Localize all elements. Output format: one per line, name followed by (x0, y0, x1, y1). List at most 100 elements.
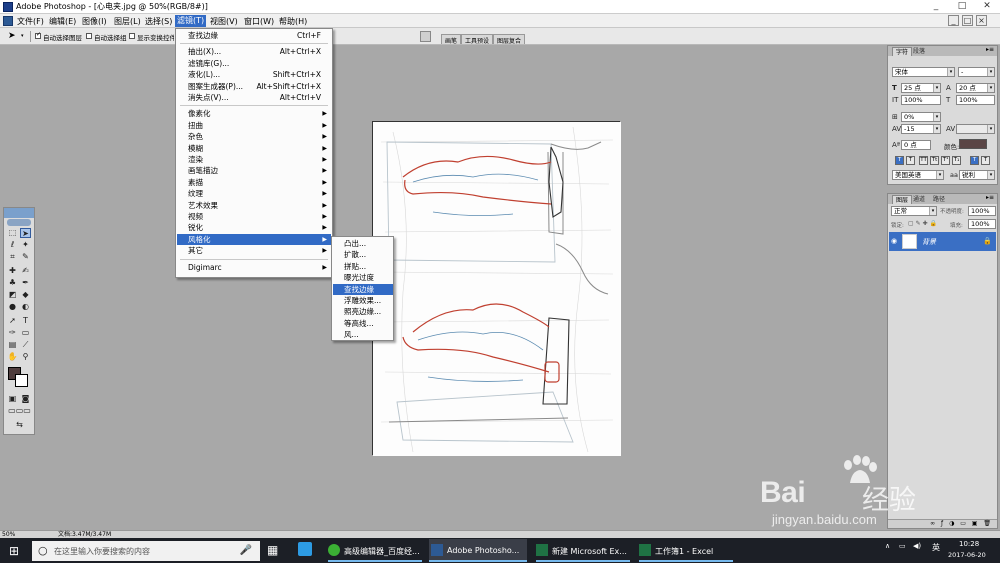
minimize-button[interactable]: _ (923, 0, 949, 13)
app-icon-blue[interactable] (298, 542, 312, 556)
filter-menu-item[interactable]: 模糊 ▶ (177, 143, 331, 154)
stylize-submenu-item[interactable]: 拼贴... (333, 261, 393, 272)
menu-filter[interactable]: 滤镜(T) (175, 15, 207, 27)
menu-select[interactable]: 选择(S) (145, 16, 172, 27)
language-select[interactable]: 美国英语 ▾ (892, 170, 944, 180)
lasso-tool-icon[interactable]: ℓ (7, 240, 18, 250)
background-color-swatch[interactable] (15, 374, 28, 387)
rectangle-tool-icon[interactable]: ▭ (20, 328, 31, 338)
slice-tool-icon[interactable]: ✎ (20, 252, 31, 262)
brush-tool-icon[interactable]: ✍ (20, 266, 31, 276)
filter-menu-item[interactable]: 艺术效果 ▶ (177, 200, 331, 211)
screen-mode-icons[interactable]: ▭▭▭ (7, 406, 32, 416)
healing-brush-tool-icon[interactable]: ✚ (7, 266, 18, 276)
auto-select-group-checkbox[interactable] (86, 33, 92, 39)
doc-restore-button[interactable]: □ (962, 15, 973, 26)
close-button[interactable]: ✕ (974, 0, 1000, 13)
show-transform-checkbox[interactable] (129, 33, 135, 39)
palette-well-tab-tool-presets[interactable]: 工具预设 (461, 34, 494, 45)
filter-menu-item[interactable]: 纹理 ▶ (177, 188, 331, 199)
all-caps-button[interactable]: TT (919, 156, 928, 165)
small-caps-button[interactable]: Tt (930, 156, 939, 165)
path-selection-tool-icon[interactable]: ➚ (7, 316, 18, 326)
microphone-icon[interactable]: 🎤 (240, 545, 252, 556)
move-tool-icon[interactable]: ➤ (20, 228, 31, 238)
go-to-bridge-icon[interactable] (420, 31, 431, 42)
filter-menu-item[interactable]: 扭曲 ▶ (177, 120, 331, 131)
opacity-field[interactable]: 100% (968, 206, 996, 216)
tracking-field[interactable]: 0% ▾ (901, 112, 941, 122)
stylize-submenu-item[interactable]: 凸出... (333, 238, 393, 249)
tracking-av-field[interactable]: ▾ (956, 124, 995, 134)
taskbar-search-box[interactable]: ○ 在这里输入你要搜索的内容 🎤 (32, 541, 260, 561)
clone-stamp-tool-icon[interactable]: ♣ (7, 278, 18, 288)
magic-wand-tool-icon[interactable]: ✦ (20, 240, 31, 250)
filter-menu-item[interactable]: 画笔描边 ▶ (177, 165, 331, 176)
stylize-submenu-item[interactable]: 照亮边缘... (333, 306, 393, 317)
auto-select-layer-checkbox[interactable]: ✓ (35, 31, 41, 39)
jump-to-imageready-icon[interactable]: ⇆ (7, 420, 32, 430)
crop-tool-icon[interactable]: ⌗ (7, 252, 18, 262)
document-size[interactable]: 文档:3.47M/3.47M (58, 531, 111, 538)
notes-tool-icon[interactable]: ▤ (7, 340, 18, 350)
blur-tool-icon[interactable]: ● (7, 302, 18, 312)
stylize-submenu-item[interactable]: 曝光过度 (333, 272, 393, 283)
tab-paths[interactable]: 路径 (930, 195, 948, 204)
tool-preset-arrow-icon[interactable]: ▾ (21, 33, 24, 39)
filter-menu-item[interactable]: 锐化 ▶ (177, 222, 331, 233)
stylize-submenu-item[interactable]: 风... (333, 329, 393, 340)
doc-minimize-button[interactable]: _ (948, 15, 959, 26)
type-tool-icon[interactable]: T (20, 316, 31, 326)
tab-paragraph[interactable]: 段落 (910, 47, 928, 56)
stylize-submenu-item[interactable]: 查找边缘 (333, 283, 393, 295)
hand-tool-icon[interactable]: ✋ (7, 352, 18, 362)
tab-channels[interactable]: 通道 (910, 195, 928, 204)
palette-well-tab-layer-comps[interactable]: 图层复合 (493, 34, 526, 45)
fill-field[interactable]: 100% (968, 219, 996, 229)
stylize-submenu-item[interactable]: 等高线... (333, 318, 393, 329)
filter-menu-item[interactable]: 风格化 ▶ (177, 233, 331, 246)
kerning-field[interactable]: -15 ▾ (901, 124, 941, 134)
filter-menu-item[interactable]: Digimarc ▶ (177, 262, 331, 273)
layers-bottom-icons[interactable]: ∞ ƒ ◑ ▭ ▣ 🗑 (888, 519, 997, 528)
windows-start-icon[interactable]: ⊞ (9, 544, 19, 558)
superscript-button[interactable]: T¹ (941, 156, 950, 165)
document-canvas[interactable] (372, 121, 621, 456)
history-brush-tool-icon[interactable]: ✒ (20, 278, 31, 288)
font-size-field[interactable]: 25 点 ▾ (901, 83, 941, 93)
layer-visibility-eye-icon[interactable]: ◉ (891, 237, 897, 245)
doc-close-button[interactable]: × (976, 15, 987, 26)
layer-row-background[interactable]: ◉ 背景 🔒 (889, 232, 996, 251)
menu-window[interactable]: 窗口(W) (244, 16, 274, 27)
stylize-submenu-item[interactable]: 扩散... (333, 249, 393, 260)
layer-name[interactable]: 背景 (922, 237, 936, 247)
filter-menu-item[interactable]: 图案生成器(P)... Alt+Shift+Ctrl+X (177, 81, 331, 92)
filter-menu-item[interactable]: 杂色 ▶ (177, 131, 331, 142)
filter-menu-item[interactable]: 其它 ▶ (177, 245, 331, 256)
maximize-button[interactable]: □ (949, 0, 975, 13)
lock-icons[interactable]: ▢ ✎ ✚ 🔒 (908, 220, 937, 227)
leading-field[interactable]: 20 点 ▾ (956, 83, 995, 93)
zoom-tool-icon[interactable]: ⚲ (20, 352, 31, 362)
taskbar-app-excel-new[interactable]: 新建 Microsoft Ex... (534, 539, 632, 562)
zoom-level[interactable]: 50% (2, 531, 15, 538)
taskbar-app-excel-workbook[interactable]: 工作簿1 - Excel (637, 539, 735, 562)
faux-bold-button[interactable]: T (895, 156, 904, 165)
toolbox-header[interactable] (4, 208, 34, 218)
filter-menu-item[interactable]: 液化(L)... Shift+Ctrl+X (177, 69, 331, 80)
filter-menu-item[interactable]: 渲染 ▶ (177, 154, 331, 165)
filter-menu-item[interactable]: 视频 ▶ (177, 211, 331, 222)
menu-layer[interactable]: 图层(L) (114, 16, 141, 27)
strikethrough-button[interactable]: T (981, 156, 990, 165)
layers-menu-icon[interactable]: ▸≡ (986, 194, 994, 201)
tab-layers[interactable]: 图层 (892, 195, 913, 204)
dodge-tool-icon[interactable]: ◐ (20, 302, 31, 312)
filter-menu-item[interactable]: 查找边缘 Ctrl+F (177, 30, 331, 41)
panel-menu-icon[interactable]: ▸≡ (986, 46, 994, 53)
baseline-shift-field[interactable]: 0 点 (901, 140, 931, 150)
underline-button[interactable]: T (970, 156, 979, 165)
filter-menu-item[interactable]: 抽出(X)... Alt+Ctrl+X (177, 46, 331, 57)
menu-help[interactable]: 帮助(H) (279, 16, 307, 27)
faux-italic-button[interactable]: T (906, 156, 915, 165)
tab-character[interactable]: 字符 (892, 47, 913, 56)
